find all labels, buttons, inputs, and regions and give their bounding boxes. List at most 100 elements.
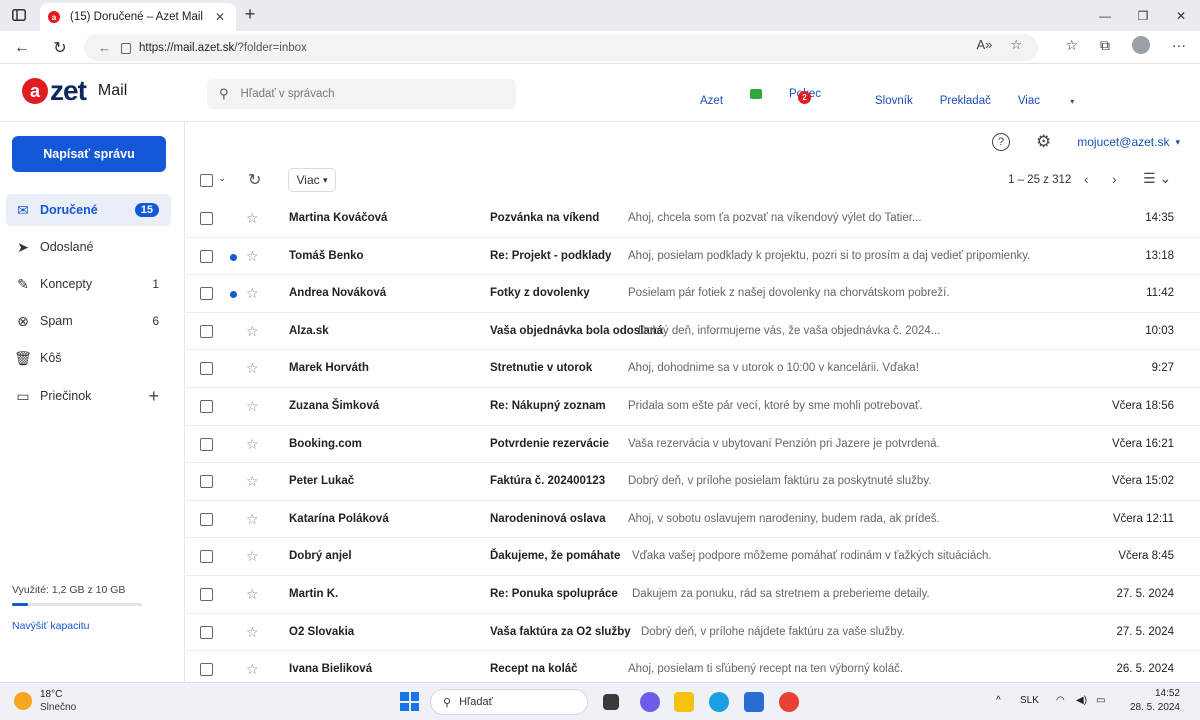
row-checkbox[interactable] — [200, 625, 213, 639]
azet-logo[interactable]: a zet Mail — [22, 77, 127, 105]
sidebar-item-sent[interactable]: ➤ Odoslané — [6, 231, 171, 263]
row-checkbox[interactable] — [200, 400, 213, 413]
sun-weather-icon[interactable] — [14, 692, 32, 710]
url-field[interactable]: ← https://mail.azet.sk/?folder=inbox A» … — [84, 34, 1038, 61]
star-icon[interactable]: ☆ — [246, 624, 259, 641]
star-icon[interactable]: ☆ — [246, 586, 259, 603]
email-row[interactable]: ☆ Dobrý anjel Ďakujeme, že pomáhate Vďaka v… — [186, 538, 1200, 576]
address-bar-row: ← ↻ ← https://mail.azet.sk/?folder=inbox… — [0, 31, 1200, 64]
email-row[interactable]: ☆ Booking.com Potvrdenie rezervácie Vaša re… — [186, 426, 1200, 464]
email-row[interactable]: ☆ Zuzana Šimková Re: Nákupný zoznam Pridala… — [186, 388, 1200, 426]
sidebar-item-trash[interactable]: 🗑 Kôš — [6, 342, 171, 374]
sidebar-item-drafts[interactable]: ✎ Koncepty 1 — [6, 268, 171, 300]
store-icon[interactable] — [744, 692, 764, 712]
collections-icon[interactable]: ⧉ — [1100, 37, 1110, 54]
row-checkbox[interactable] — [200, 437, 213, 451]
star-icon[interactable]: ☆ — [246, 548, 259, 565]
nav-pokec[interactable]: Pokec 2 — [750, 88, 848, 113]
new-tab-icon[interactable]: + — [240, 4, 260, 26]
row-checkbox[interactable] — [200, 362, 213, 376]
star-icon[interactable]: ☆ — [246, 398, 259, 415]
email-row[interactable]: ☆ Tomáš Benko Re: Projekt - podklady Ahoj, … — [186, 238, 1200, 276]
teams-chat-icon[interactable] — [640, 692, 660, 712]
language-indicator[interactable]: SLK — [1020, 695, 1039, 706]
email-row[interactable]: ☆ Marek Horváth Stretnutie v utorok Ahoj, d… — [186, 350, 1200, 388]
star-icon[interactable]: ☆ — [246, 511, 259, 528]
more-menu-icon[interactable]: ··· — [1172, 37, 1186, 53]
email-row[interactable]: ☆ Martin K. Re: Ponuka spolupráce Ďakujem z… — [186, 576, 1200, 614]
task-view-icon[interactable] — [603, 694, 619, 710]
close-window-icon[interactable]: ✕ — [1162, 0, 1200, 31]
sidebar-item-folder[interactable]: ▭ Priečinok + — [6, 380, 171, 412]
taskbar-search[interactable]: ⚲ Hľadať — [430, 689, 588, 715]
windows-start-icon[interactable] — [400, 692, 419, 711]
system-clock[interactable]: 14:52 28. 5. 2024 — [1130, 687, 1180, 715]
account-chevron-icon[interactable]: ▾ — [1175, 137, 1180, 148]
star-icon[interactable]: ☆ — [246, 323, 259, 340]
star-icon[interactable]: ☆ — [246, 661, 259, 678]
wifi-icon[interactable]: ◠ — [1056, 695, 1065, 706]
back-history-icon[interactable]: ← — [98, 40, 111, 55]
star-icon[interactable]: ☆ — [246, 285, 259, 302]
browser-tab-active[interactable]: a (15) Doručené – Azet Mail ✕ — [40, 3, 236, 31]
help-icon[interactable]: ? — [992, 133, 1010, 151]
file-explorer-icon[interactable] — [674, 692, 694, 712]
chrome-icon[interactable] — [779, 692, 799, 712]
star-icon[interactable]: ☆ — [246, 248, 259, 265]
nav-azet[interactable]: Azet — [700, 95, 723, 107]
favorite-star-icon[interactable]: ☆ — [1010, 37, 1022, 53]
email-row[interactable]: ☆ Katarína Poláková Narodeninová oslava Aho… — [186, 501, 1200, 539]
nav-viac[interactable]: Viac ▾ — [1018, 95, 1101, 107]
edge-browser-icon[interactable] — [709, 692, 729, 712]
select-all-checkbox[interactable] — [200, 174, 213, 187]
search-input[interactable]: ⚲ Hľadať v správach — [207, 79, 516, 109]
email-row[interactable]: ☆ O2 Slovakia Vaša faktúra za O2 služby Dob… — [186, 614, 1200, 652]
select-dropdown-chevron-icon[interactable]: ⌄ — [218, 173, 226, 184]
row-checkbox[interactable] — [200, 475, 213, 489]
add-folder-icon[interactable]: + — [148, 386, 159, 407]
nav-prekladac[interactable]: Prekladač — [940, 95, 991, 107]
battery-icon[interactable]: ▭ — [1096, 695, 1105, 706]
star-icon[interactable]: ☆ — [246, 360, 259, 377]
reload-icon[interactable]: ↻ — [48, 37, 72, 59]
email-row[interactable]: ☆ Martina Kováčová Pozvánka na víkend Ahoj,… — [186, 200, 1200, 238]
row-checkbox[interactable] — [200, 550, 213, 564]
email-row[interactable]: ☆ Peter Lukač Faktúra č. 202400123 Dobrý de… — [186, 463, 1200, 501]
row-checkbox[interactable] — [200, 212, 213, 225]
row-checkbox[interactable] — [200, 249, 213, 263]
row-checkbox[interactable] — [200, 324, 213, 338]
close-tab-icon[interactable]: ✕ — [212, 10, 228, 24]
read-aloud-icon[interactable]: A» — [976, 37, 992, 53]
refresh-icon[interactable]: ↻ — [248, 170, 261, 190]
volume-icon[interactable]: ◀) — [1076, 695, 1087, 706]
favorites-icon[interactable]: ☆ — [1065, 37, 1078, 54]
restore-icon[interactable]: ❐ — [1124, 0, 1162, 31]
next-page-icon[interactable]: › — [1112, 171, 1117, 187]
row-checkbox[interactable] — [200, 512, 213, 526]
email-sender: Tomáš Benko — [289, 249, 364, 262]
star-icon[interactable]: ☆ — [246, 436, 259, 453]
tab-actions-icon[interactable] — [8, 5, 30, 25]
star-icon[interactable]: ☆ — [246, 210, 259, 227]
row-checkbox[interactable] — [200, 588, 213, 601]
star-icon[interactable]: ☆ — [246, 473, 259, 490]
compose-button[interactable]: Napísať správu — [12, 136, 166, 172]
email-row[interactable]: ☆ Andrea Nováková Fotky z dovolenky Posiela… — [186, 275, 1200, 313]
settings-gear-icon[interactable]: ⚙ — [1036, 132, 1051, 152]
sidebar-item-spam[interactable]: ⊗ Spam 6 — [6, 305, 171, 337]
nav-slovnik[interactable]: Slovník — [875, 95, 913, 107]
back-arrow-icon[interactable]: ← — [10, 37, 34, 59]
profile-avatar[interactable] — [1132, 36, 1150, 54]
prev-page-icon[interactable]: ‹ — [1084, 171, 1089, 187]
upgrade-storage-link[interactable]: Navýšiť kapacitu — [12, 620, 89, 632]
more-actions-button[interactable]: Viac ▾ — [288, 168, 336, 192]
tray-overflow-icon[interactable]: ^ — [996, 695, 1001, 706]
storage-usage-text: Využité: 1,2 GB z 10 GB — [12, 584, 126, 596]
view-options-icon[interactable]: ☰ ⌄ — [1143, 170, 1171, 187]
minimize-icon[interactable]: — — [1086, 0, 1124, 31]
sidebar-item-inbox[interactable]: ✉ Doručené 15 — [6, 194, 171, 226]
account-email[interactable]: mojucet@azet.sk — [1077, 135, 1169, 149]
row-checkbox[interactable] — [200, 663, 213, 677]
email-row[interactable]: ☆ Alza.sk Vaša objednávka bola odoslaná Dob… — [186, 313, 1200, 351]
row-checkbox[interactable] — [200, 287, 213, 301]
